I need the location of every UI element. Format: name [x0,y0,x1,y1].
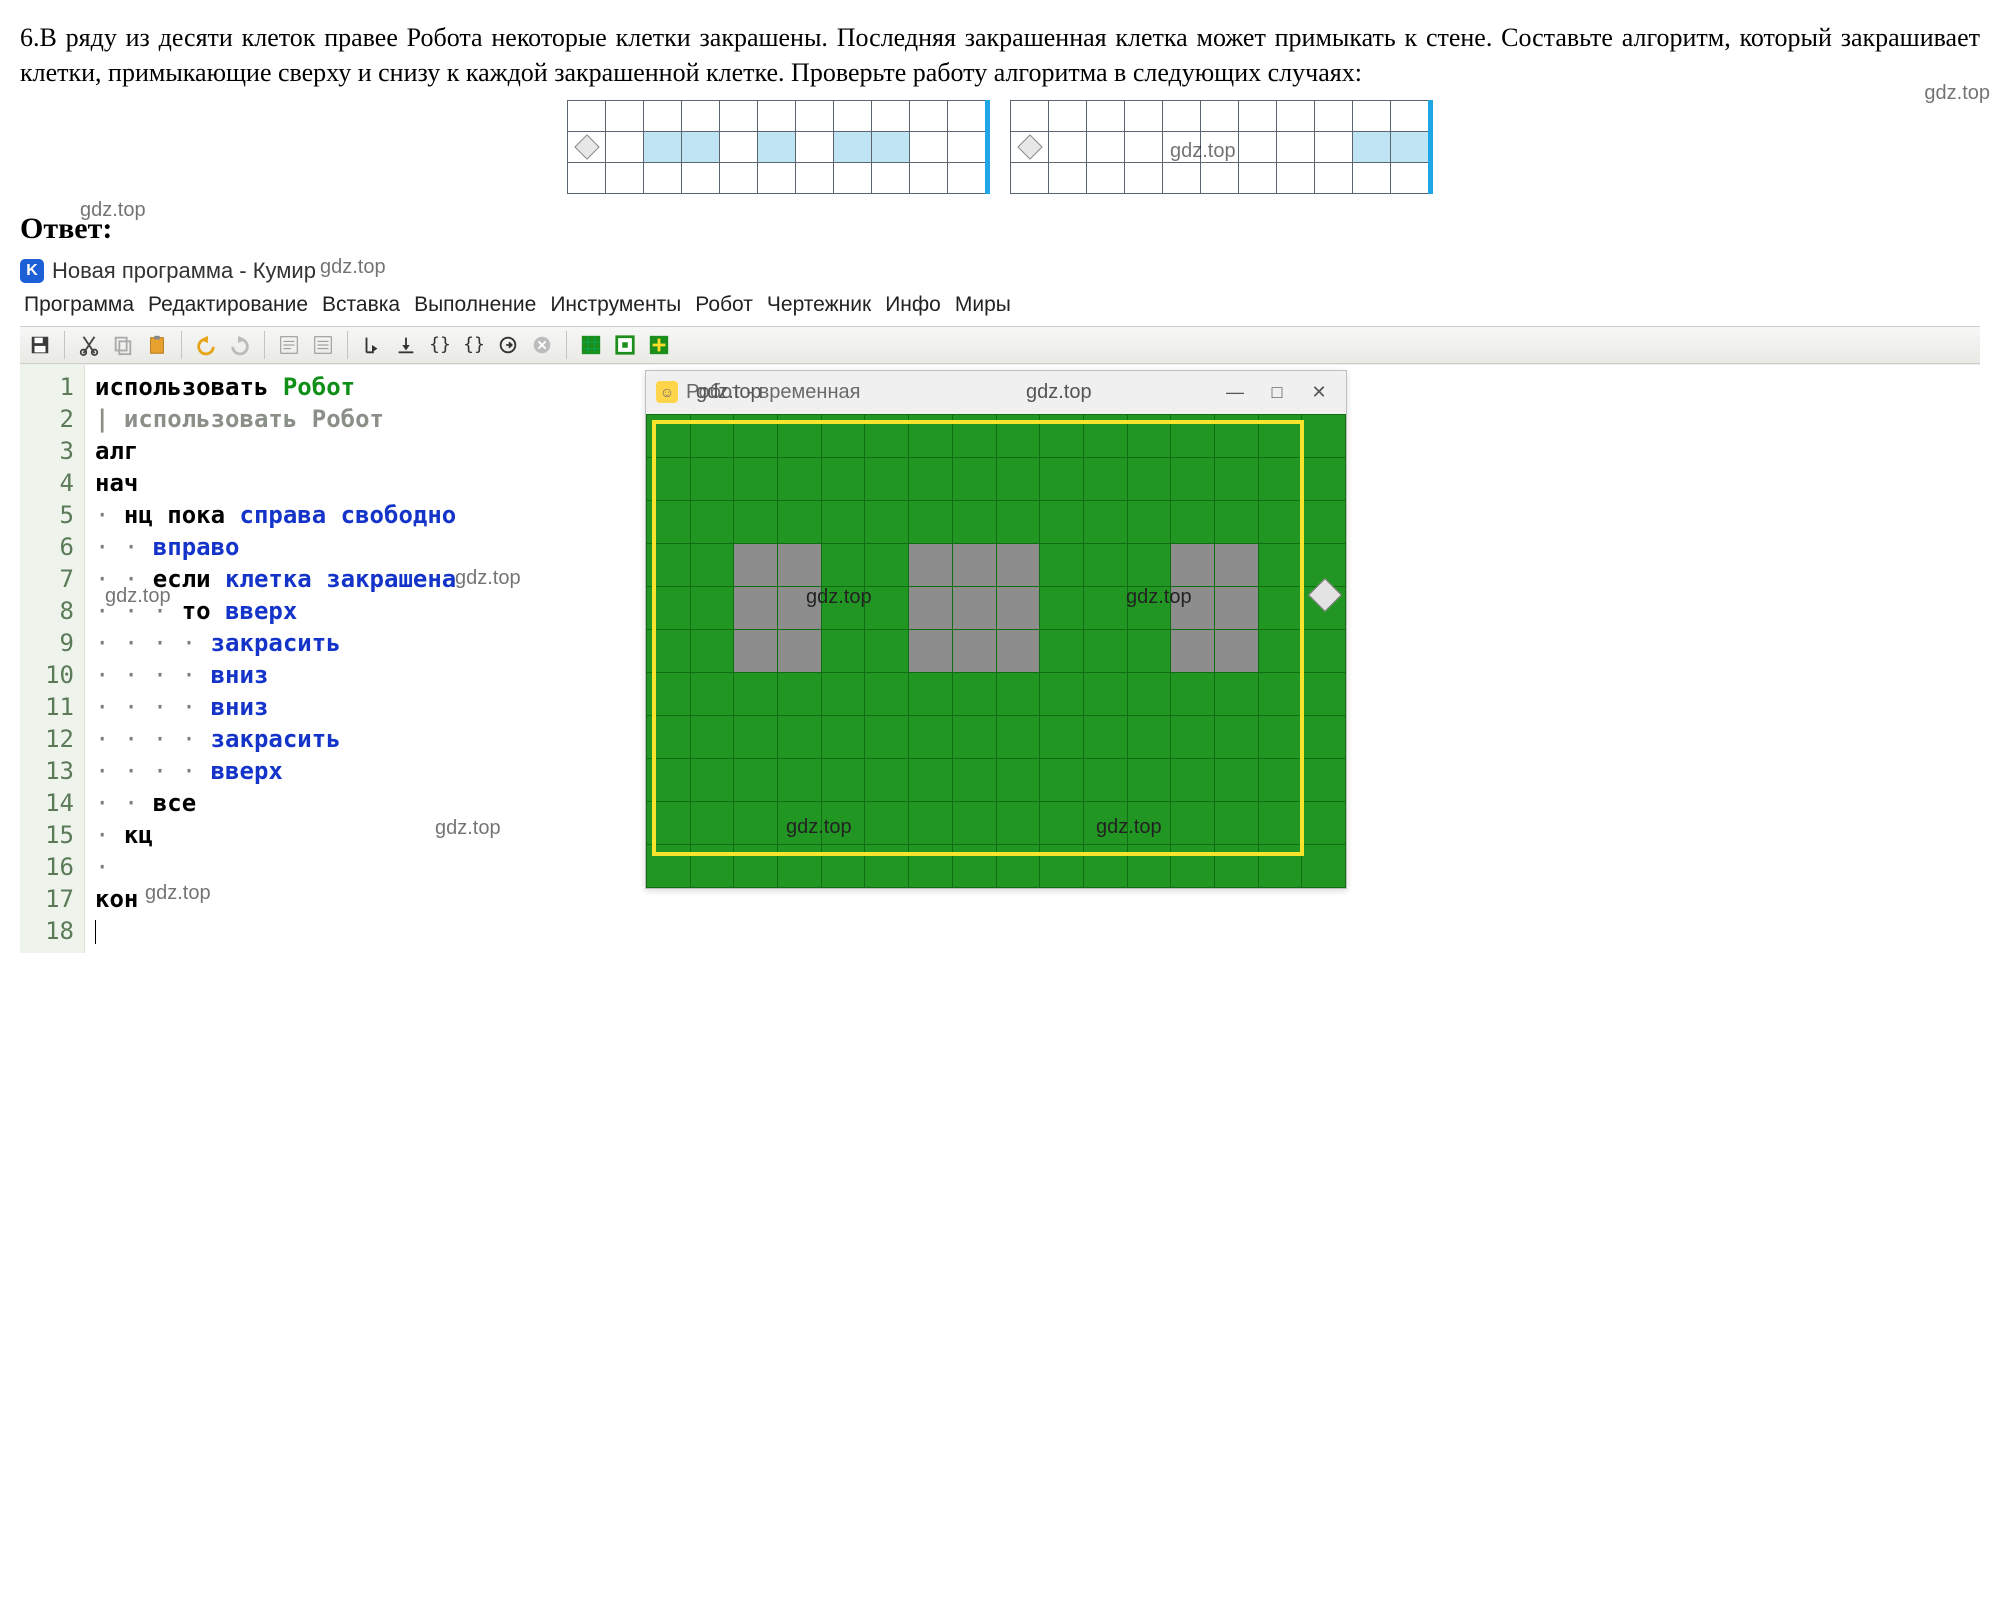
run-icon[interactable] [494,331,522,359]
grid-plus-icon[interactable] [645,331,673,359]
toolbar-separator [566,331,567,359]
line-gutter: 123456789101112131415161718 [20,365,85,953]
menu-инфо[interactable]: Инфо [885,291,941,319]
robot-titlebar[interactable]: ☺ Робот - временная — □ ✕ [646,371,1346,414]
menu-робот[interactable]: Робот [695,291,753,319]
app-title-text: Новая программа - Кумир [52,256,316,286]
example-grids: gdz.top gdz.top [20,100,1980,194]
editor-area: 123456789101112131415161718 gdz.top gdz.… [20,364,1980,953]
stop-icon[interactable] [528,331,556,359]
redo-icon[interactable] [226,331,254,359]
robot-field[interactable]: gdz.top gdz.top gdz.top gdz.top gdz.top … [646,414,1346,888]
toolbar-separator [181,331,182,359]
menu-инструменты[interactable]: Инструменты [550,291,681,319]
toolbar-separator [264,331,265,359]
menu-редактирование[interactable]: Редактирование [148,291,308,319]
mini-grid-2 [1010,100,1433,194]
robot-app-icon: ☺ [656,381,678,403]
copy-icon[interactable] [109,331,137,359]
toolbar-separator [347,331,348,359]
paste-icon[interactable] [143,331,171,359]
watermark: gdz.top [320,254,386,281]
app-title: K Новая программа - Кумир gdz.top [20,256,1980,286]
menu-выполнение[interactable]: Выполнение [414,291,536,319]
problem-text: 6.В ряду из десяти клеток правее Робота … [20,20,1980,90]
menu-вставка[interactable]: Вставка [322,291,400,319]
robot-marker [1017,134,1042,159]
robot-window[interactable]: ☺ Робот - временная — □ ✕ gdz.top gdz.to… [645,370,1347,889]
close-button[interactable]: ✕ [1302,380,1336,404]
grid-outline-icon[interactable] [611,331,639,359]
code-pane[interactable]: gdz.top gdz.top gdz.top gdz.top ☺ Робот … [85,365,1980,953]
format-icon[interactable] [275,331,303,359]
menu-программа[interactable]: Программа [24,291,134,319]
step-in-icon[interactable] [358,331,386,359]
robot-window-title: Робот - временная [686,379,860,406]
undo-icon[interactable] [192,331,220,359]
braces2-icon[interactable]: {} [460,331,488,359]
list-icon[interactable] [309,331,337,359]
answer-label: Ответ: [20,209,1980,250]
save-icon[interactable] [26,331,54,359]
app-icon: K [20,259,44,283]
menu-чертежник[interactable]: Чертежник [767,291,871,319]
maximize-button[interactable]: □ [1260,380,1294,404]
minimize-button[interactable]: — [1218,380,1252,404]
braces-icon[interactable]: {} [426,331,454,359]
code-line[interactable] [95,915,1970,947]
toolbar: {} {} [20,326,1980,364]
grid-green-icon[interactable] [577,331,605,359]
menubar: Программа Редактирование Вставка Выполнение… [20,285,1980,325]
menu-миры[interactable]: Миры [955,291,1011,319]
step-over-icon[interactable] [392,331,420,359]
robot-marker [574,134,599,159]
mini-grid-1 [567,100,990,194]
toolbar-separator [64,331,65,359]
cut-icon[interactable] [75,331,103,359]
